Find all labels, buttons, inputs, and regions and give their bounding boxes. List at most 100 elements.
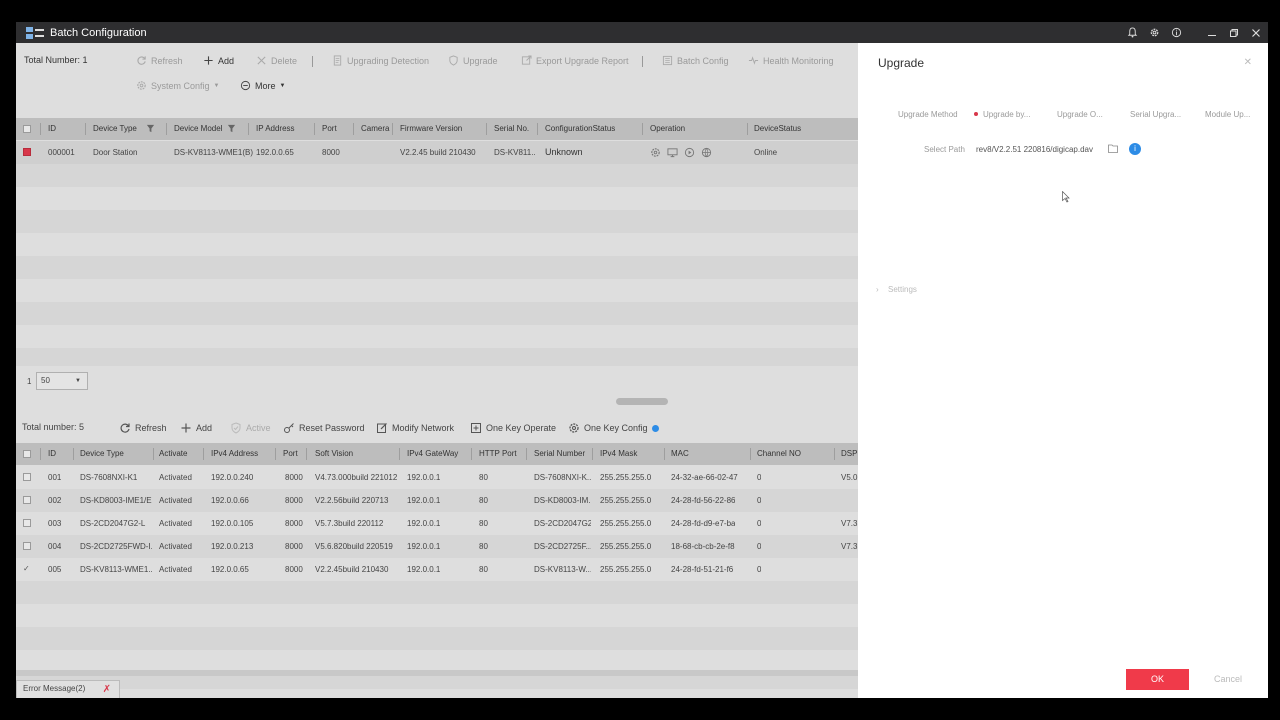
play-circle-icon[interactable]: [684, 147, 695, 158]
page-number[interactable]: 1: [27, 377, 31, 386]
col-id[interactable]: ID: [48, 118, 56, 140]
delete-button[interactable]: Delete: [256, 55, 297, 66]
col-http-port[interactable]: HTTP Port: [479, 443, 517, 465]
row-checkbox[interactable]: [23, 542, 31, 550]
restore-icon[interactable]: [1228, 27, 1240, 39]
col-channel-no[interactable]: Channel NO: [757, 443, 801, 465]
mouse-cursor-icon: [1062, 191, 1070, 203]
close-icon[interactable]: ✕: [1244, 57, 1252, 68]
option-module-upgrade[interactable]: Module Up...: [1205, 110, 1250, 119]
globe-icon[interactable]: [701, 147, 712, 158]
row-checkbox[interactable]: [23, 519, 31, 527]
more-dropdown[interactable]: More ▼: [240, 80, 285, 91]
table-row[interactable]: 004 DS-2CD2725FWD-I... Activated 192.0.0…: [16, 535, 858, 558]
settings-gear-icon[interactable]: [650, 147, 661, 158]
error-message-tab[interactable]: Error Message(2) ✗: [16, 680, 120, 698]
cancel-button[interactable]: Cancel: [1208, 669, 1248, 690]
device-list-area: Total Number: 1 Refresh Add Delete Upgra…: [16, 43, 865, 698]
horizontal-scrollbar[interactable]: [16, 670, 858, 676]
col-camera[interactable]: Camera: [361, 118, 389, 140]
row-checkbox[interactable]: [23, 148, 31, 156]
col-mac[interactable]: MAC: [671, 443, 689, 465]
option-serial-upgrade[interactable]: Serial Upgra...: [1130, 110, 1181, 119]
option-upgrade-by[interactable]: Upgrade by...: [983, 110, 1030, 119]
one-key-operate-button[interactable]: One Key Operate: [470, 422, 556, 434]
col-ip-address[interactable]: IP Address: [256, 118, 295, 140]
add-button[interactable]: Add: [180, 422, 212, 434]
filter-icon[interactable]: [146, 124, 155, 133]
table-row[interactable]: 003 DS-2CD2047G2-L Activated 192.0.0.105…: [16, 512, 858, 535]
select-all-checkbox[interactable]: [23, 125, 31, 133]
col-serial-number[interactable]: Serial Number: [534, 443, 585, 465]
cell-soft-vision: V2.2.56build 220713: [315, 496, 389, 505]
row-checkmark-icon[interactable]: ✓: [23, 564, 30, 573]
reset-password-button[interactable]: Reset Password: [283, 422, 365, 434]
active-button[interactable]: Active: [230, 422, 271, 434]
cell-id: 002: [48, 496, 62, 505]
refresh-button[interactable]: Refresh: [136, 55, 183, 66]
col-firmware-version[interactable]: Firmware Version: [400, 118, 462, 140]
page-size-select[interactable]: 50 ▼: [36, 372, 88, 390]
col-device-type[interactable]: Device Type: [93, 118, 137, 140]
table-row[interactable]: 001 DS-7608NXI-K1 Activated 192.0.0.240 …: [16, 466, 858, 489]
col-device-model[interactable]: Device Model: [174, 118, 222, 140]
info-icon[interactable]: i: [1129, 143, 1141, 155]
select-all-checkbox[interactable]: [23, 450, 31, 458]
col-port[interactable]: Port: [283, 443, 298, 465]
bell-icon[interactable]: [1126, 27, 1138, 39]
cell-activate: Activated: [159, 565, 192, 574]
one-key-config-label: One Key Config: [584, 423, 648, 433]
table-row[interactable]: 002 DS-KD8003-IME1/EU Activated 192.0.0.…: [16, 489, 858, 512]
health-monitoring-button[interactable]: Health Monitoring: [748, 55, 834, 66]
folder-icon[interactable]: [1108, 144, 1118, 153]
settings-gear-icon[interactable]: [1148, 27, 1160, 39]
edit-icon: [377, 423, 387, 433]
ok-button[interactable]: OK: [1126, 669, 1189, 690]
cell-dsp: V7.3: [841, 542, 858, 551]
filter-icon[interactable]: [227, 124, 236, 133]
col-soft-vision[interactable]: Soft Vision: [315, 443, 353, 465]
chevron-right-icon[interactable]: ›: [876, 285, 879, 294]
col-activate[interactable]: Activate: [159, 443, 187, 465]
close-icon[interactable]: [1250, 27, 1262, 39]
row-checkbox[interactable]: [23, 473, 31, 481]
table-row[interactable]: 000001 Door Station DS-KV8113-WME1(B) 19…: [16, 141, 858, 164]
col-id[interactable]: ID: [48, 443, 56, 465]
minimize-icon[interactable]: [1206, 27, 1218, 39]
row-checkbox[interactable]: [23, 496, 31, 504]
pin-icon[interactable]: ✗: [103, 682, 111, 698]
empty-row: [16, 348, 858, 366]
radio-selected-icon[interactable]: [974, 112, 978, 116]
export-upgrade-report-button[interactable]: Export Upgrade Report: [521, 55, 629, 66]
table-row[interactable]: ✓ 005 DS-KV8113-WME1... Activated 192.0.…: [16, 558, 858, 581]
col-device-type[interactable]: Device Type: [80, 443, 124, 465]
add-button[interactable]: Add: [203, 55, 234, 66]
col-ipv4-mask[interactable]: IPv4 Mask: [600, 443, 637, 465]
system-config-dropdown[interactable]: System Config ▼: [136, 80, 219, 91]
panel-splitter-handle[interactable]: [616, 398, 668, 405]
reset-password-label: Reset Password: [299, 423, 365, 433]
refresh-button[interactable]: Refresh: [119, 422, 167, 434]
operate-icon: [471, 423, 481, 433]
col-device-status[interactable]: DeviceStatus: [754, 118, 801, 140]
col-serial-no[interactable]: Serial No.: [494, 118, 529, 140]
settings-expander[interactable]: Settings: [888, 285, 917, 294]
batch-config-button[interactable]: Batch Config: [662, 55, 729, 66]
option-upgrade-online[interactable]: Upgrade O...: [1057, 110, 1103, 119]
info-dot-icon[interactable]: [651, 424, 659, 432]
info-icon[interactable]: [1170, 27, 1182, 39]
one-key-config-button[interactable]: One Key Config: [568, 422, 659, 434]
cell-soft-vision: V2.2.45build 210430: [315, 565, 389, 574]
col-configuration-status[interactable]: ConfigurationStatus: [545, 118, 615, 140]
col-ipv4-address[interactable]: IPv4 Address: [211, 443, 258, 465]
refresh-label: Refresh: [151, 55, 183, 66]
cell-device-type: DS-KV8113-WME1...: [80, 565, 152, 574]
select-path-input[interactable]: rev8/V2.2.51 220816/digicap.dav: [976, 145, 1093, 154]
upgrade-button[interactable]: Upgrade: [448, 55, 498, 66]
modify-network-button[interactable]: Modify Network: [376, 422, 454, 434]
col-port[interactable]: Port: [322, 118, 337, 140]
upgrading-detection-button[interactable]: Upgrading Detection: [332, 55, 429, 66]
monitor-icon[interactable]: [667, 147, 678, 158]
col-ipv4-gateway[interactable]: IPv4 GateWay: [407, 443, 458, 465]
shield-icon: [449, 55, 458, 66]
